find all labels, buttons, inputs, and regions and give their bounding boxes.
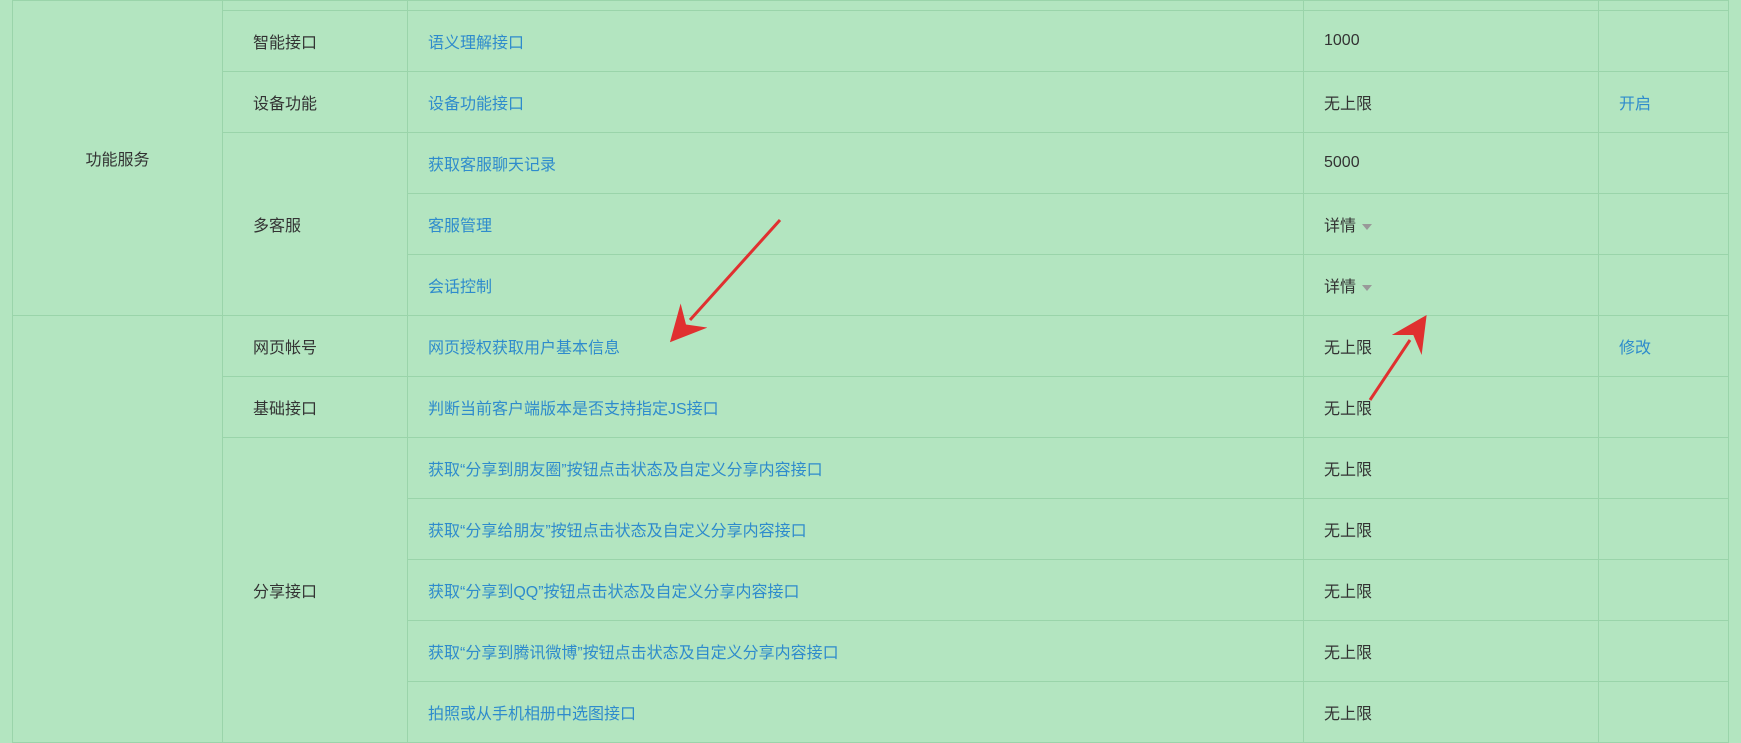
api-cell: 获取“分享给朋友”按钮点击状态及自定义分享内容接口 — [408, 499, 1304, 560]
table-row: 功能服务 — [13, 1, 1729, 11]
api-link-share-friend[interactable]: 获取“分享给朋友”按钮点击状态及自定义分享内容接口 — [428, 523, 807, 540]
api-link-choose-image[interactable]: 拍照或从手机相册中选图接口 — [428, 706, 636, 723]
api-cell: 设备功能接口 — [408, 72, 1304, 133]
category-share-interface: 分享接口 — [223, 438, 408, 743]
table-row: 多客服 获取客服聊天记录 5000 — [13, 133, 1729, 194]
api-link-share-timeline[interactable]: 获取“分享到朋友圈”按钮点击状态及自定义分享内容接口 — [428, 462, 823, 479]
table-row: 智能接口 语义理解接口 1000 — [13, 11, 1729, 72]
action-cell: 修改 — [1599, 316, 1729, 377]
chevron-down-icon — [1362, 285, 1372, 291]
action-cell — [1599, 438, 1729, 499]
quota-cutoff — [1304, 1, 1599, 11]
category-multi-cs: 多客服 — [223, 133, 408, 316]
table-row: 基础接口 判断当前客户端版本是否支持指定JS接口 无上限 — [13, 377, 1729, 438]
action-cell — [1599, 377, 1729, 438]
api-link-share-weibo[interactable]: 获取“分享到腾讯微博”按钮点击状态及自定义分享内容接口 — [428, 645, 839, 662]
action-cell — [1599, 621, 1729, 682]
api-link-cs-manage[interactable]: 客服管理 — [428, 218, 492, 235]
api-cell: 判断当前客户端版本是否支持指定JS接口 — [408, 377, 1304, 438]
api-cell: 获取“分享到朋友圈”按钮点击状态及自定义分享内容接口 — [408, 438, 1304, 499]
table-row: 网页帐号 网页授权获取用户基本信息 无上限 修改 — [13, 316, 1729, 377]
action-cell — [1599, 11, 1729, 72]
table-row: 分享接口 获取“分享到朋友圈”按钮点击状态及自定义分享内容接口 无上限 — [13, 438, 1729, 499]
api-cell: 获取“分享到QQ”按钮点击状态及自定义分享内容接口 — [408, 560, 1304, 621]
api-cell: 拍照或从手机相册中选图接口 — [408, 682, 1304, 743]
action-cell — [1599, 560, 1729, 621]
api-link-session-control[interactable]: 会话控制 — [428, 279, 492, 296]
api-cell: 获取“分享到腾讯微博”按钮点击状态及自定义分享内容接口 — [408, 621, 1304, 682]
category-web-account: 网页帐号 — [223, 316, 408, 377]
quota-cell: 无上限 — [1304, 438, 1599, 499]
enable-link[interactable]: 开启 — [1619, 96, 1651, 113]
action-cell — [1599, 499, 1729, 560]
chevron-down-icon — [1362, 224, 1372, 230]
api-link-share-qq[interactable]: 获取“分享到QQ”按钮点击状态及自定义分享内容接口 — [428, 584, 800, 601]
quota-cell: 1000 — [1304, 11, 1599, 72]
table-row: 设备功能 设备功能接口 无上限 开启 — [13, 72, 1729, 133]
action-cell — [1599, 133, 1729, 194]
group-function-service: 功能服务 — [13, 1, 223, 316]
action-cutoff — [1599, 1, 1729, 11]
quota-cell: 无上限 — [1304, 621, 1599, 682]
api-cell: 会话控制 — [408, 255, 1304, 316]
api-link-semantic[interactable]: 语义理解接口 — [428, 35, 524, 52]
action-cell: 开启 — [1599, 72, 1729, 133]
api-cell: 客服管理 — [408, 194, 1304, 255]
category-basic-interface: 基础接口 — [223, 377, 408, 438]
api-link-web-auth[interactable]: 网页授权获取用户基本信息 — [428, 340, 620, 357]
quota-cell: 无上限 — [1304, 72, 1599, 133]
api-link-js-version[interactable]: 判断当前客户端版本是否支持指定JS接口 — [428, 401, 719, 418]
quota-cell: 无上限 — [1304, 682, 1599, 743]
quota-cell: 无上限 — [1304, 377, 1599, 438]
quota-cell-dropdown[interactable]: 详情 — [1304, 194, 1599, 255]
modify-link[interactable]: 修改 — [1619, 340, 1651, 357]
action-cell — [1599, 682, 1729, 743]
api-cell: 网页授权获取用户基本信息 — [408, 316, 1304, 377]
quota-cell: 无上限 — [1304, 499, 1599, 560]
quota-cell-dropdown[interactable]: 详情 — [1304, 255, 1599, 316]
quota-cell: 5000 — [1304, 133, 1599, 194]
api-cell: 语义理解接口 — [408, 11, 1304, 72]
quota-text: 详情 — [1324, 218, 1356, 235]
quota-text: 详情 — [1324, 279, 1356, 296]
api-cutoff — [408, 1, 1304, 11]
category-cutoff — [223, 1, 408, 11]
api-link-chat-record[interactable]: 获取客服聊天记录 — [428, 157, 556, 174]
category-smart-interface: 智能接口 — [223, 11, 408, 72]
action-cell — [1599, 255, 1729, 316]
quota-cell: 无上限 — [1304, 316, 1599, 377]
group-empty — [13, 316, 223, 743]
api-link-device[interactable]: 设备功能接口 — [428, 96, 524, 113]
category-device-function: 设备功能 — [223, 72, 408, 133]
action-cell — [1599, 194, 1729, 255]
api-table: 功能服务 智能接口 语义理解接口 1000 设备功能 设备功能接口 无上限 开启… — [12, 0, 1729, 743]
api-cell: 获取客服聊天记录 — [408, 133, 1304, 194]
quota-cell: 无上限 — [1304, 560, 1599, 621]
